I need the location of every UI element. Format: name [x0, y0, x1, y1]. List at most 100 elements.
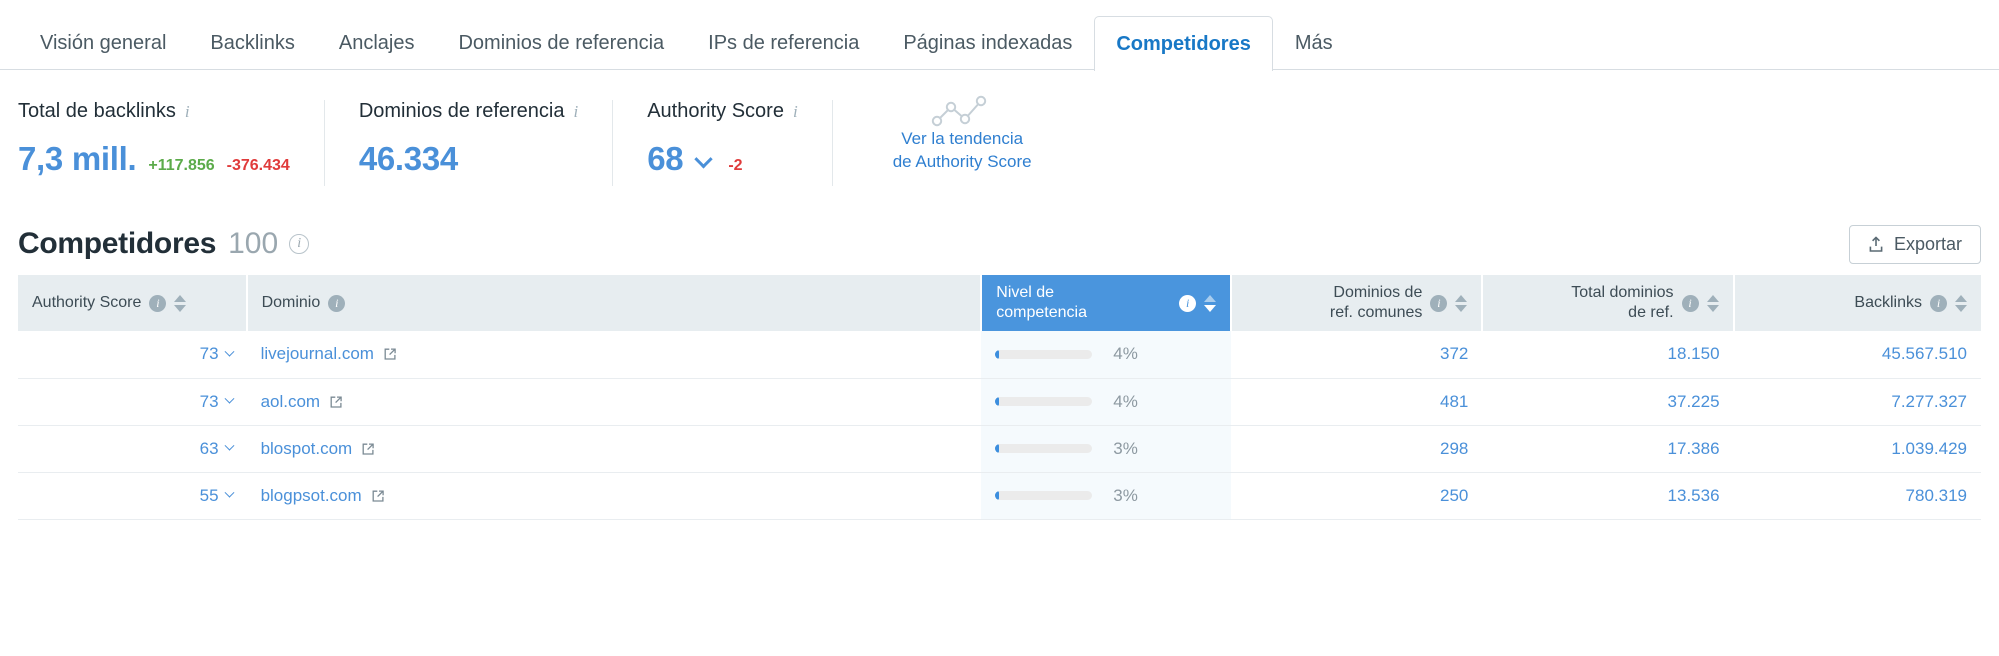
competition-progress-bar: [995, 397, 1093, 406]
info-icon[interactable]: i: [1179, 294, 1197, 312]
competition-group: 4%: [995, 392, 1217, 412]
tab-backlinks[interactable]: Backlinks: [188, 16, 316, 70]
domain-link[interactable]: aol.com: [261, 392, 321, 412]
info-icon[interactable]: i: [185, 102, 190, 122]
sort-toggle[interactable]: [174, 294, 187, 312]
sort-descending-icon[interactable]: [1455, 304, 1468, 312]
column-header-controls: i: [1179, 294, 1217, 312]
column-header-backlinks[interactable]: Backlinks i: [1733, 275, 1981, 331]
table-row[interactable]: 73 aol.com 4% 481 37.225 7.277.327: [18, 378, 1981, 426]
cell-competition-level: 4%: [981, 378, 1232, 426]
cell-authority-score: 55: [18, 472, 247, 520]
table-row[interactable]: 55 blogpsot.com 3% 250 13.536 780.319: [18, 472, 1981, 520]
table-header-row: Authority Score i Dominio i Nivel de competen…: [18, 275, 1981, 331]
table-row[interactable]: 63 blospot.com 3% 298 17.386 1.039.429: [18, 425, 1981, 473]
info-icon[interactable]: i: [328, 294, 346, 312]
info-icon[interactable]: i: [149, 294, 167, 312]
domain-link[interactable]: blospot.com: [261, 439, 353, 459]
sort-ascending-icon[interactable]: [174, 294, 187, 302]
export-button[interactable]: Exportar: [1848, 224, 1981, 264]
cell-common-ref-domains-value[interactable]: 372: [1440, 344, 1468, 363]
trend-link-line2: de Authority Score: [892, 151, 1032, 171]
cell-common-ref-domains: 298: [1231, 425, 1483, 473]
metric-label: Dominios de referencia i: [359, 100, 578, 123]
sort-ascending-icon[interactable]: [1204, 294, 1217, 302]
competition-percent: 3%: [1113, 438, 1138, 458]
competition-progress-fill: [995, 397, 1000, 406]
external-link-icon[interactable]: [383, 347, 397, 361]
competition-progress-bar: [995, 491, 1093, 500]
sort-descending-icon[interactable]: [1204, 304, 1217, 312]
export-button-label: Exportar: [1893, 233, 1962, 254]
metric-value: 68: [647, 140, 684, 177]
cell-competition-level: 4%: [981, 331, 1232, 379]
tab-anclajes[interactable]: Anclajes: [317, 16, 437, 70]
sort-toggle[interactable]: [1455, 294, 1468, 312]
sort-toggle[interactable]: [1955, 294, 1967, 312]
external-link-icon[interactable]: [371, 489, 385, 503]
sort-toggle[interactable]: [1204, 294, 1217, 312]
cell-common-ref-domains-value[interactable]: 298: [1440, 439, 1468, 458]
cell-authority-score: 73: [18, 378, 247, 426]
cell-common-ref-domains-value[interactable]: 481: [1440, 392, 1468, 411]
sort-descending-icon[interactable]: [1706, 304, 1719, 312]
cell-backlinks-value[interactable]: 7.277.327: [1891, 392, 1967, 411]
cell-backlinks-value[interactable]: 780.319: [1906, 486, 1967, 505]
cell-total-ref-domains-value[interactable]: 17.386: [1668, 439, 1720, 458]
column-header-authority-score[interactable]: Authority Score i: [18, 275, 248, 331]
cell-backlinks-value[interactable]: 1.039.429: [1891, 439, 1967, 458]
competition-group: 3%: [995, 486, 1217, 506]
column-header-inner: Dominios de ref. comunes i: [1246, 283, 1468, 323]
tab-p-ginas-indexadas[interactable]: Páginas indexadas: [881, 16, 1094, 70]
metric-value-row: 46.334: [359, 140, 578, 178]
info-icon[interactable]: i: [289, 234, 310, 254]
cell-total-ref-domains: 17.386: [1482, 425, 1734, 473]
tab-m-s[interactable]: Más: [1273, 16, 1355, 70]
column-header-nivel-de-competencia[interactable]: Nivel de competencia i: [981, 275, 1233, 331]
sort-ascending-icon[interactable]: [1706, 294, 1719, 302]
sort-descending-icon[interactable]: [1955, 304, 1967, 312]
external-link-icon[interactable]: [329, 395, 343, 409]
info-icon[interactable]: i: [1930, 294, 1947, 312]
info-icon[interactable]: i: [573, 102, 578, 122]
column-header-dominios-de-ref-comunes[interactable]: Dominios de ref. comunes i: [1231, 275, 1484, 331]
tab-ips-de-referencia[interactable]: IPs de referencia: [686, 16, 881, 70]
tab-competidores[interactable]: Competidores: [1094, 16, 1273, 71]
info-icon[interactable]: i: [793, 102, 798, 122]
chevron-down-icon[interactable]: [224, 487, 235, 498]
cell-total-ref-domains: 37.225: [1482, 378, 1734, 426]
sort-descending-icon[interactable]: [174, 304, 187, 312]
domain-link[interactable]: livejournal.com: [261, 344, 374, 364]
chevron-down-icon[interactable]: [694, 150, 714, 169]
cell-total-ref-domains-value[interactable]: 37.225: [1668, 392, 1720, 411]
cell-total-ref-domains-value[interactable]: 18.150: [1668, 344, 1720, 363]
competition-group: 3%: [995, 439, 1217, 459]
sort-ascending-icon[interactable]: [1455, 294, 1468, 302]
cell-backlinks: 1.039.429: [1733, 425, 1981, 473]
chevron-down-icon[interactable]: [224, 393, 235, 404]
chevron-down-icon[interactable]: [224, 440, 235, 451]
column-header-inner: Dominio i: [262, 293, 967, 313]
domain-link[interactable]: blogpsot.com: [261, 486, 362, 506]
column-header-dominio[interactable]: Dominio i: [246, 275, 983, 331]
cell-common-ref-domains-value[interactable]: 250: [1440, 486, 1468, 505]
table-row[interactable]: 73 livejournal.com 4% 372 18.150 45.567.510: [18, 331, 1981, 379]
competition-progress-bar: [995, 444, 1093, 453]
tab-dominios-de-referencia[interactable]: Dominios de referencia: [436, 16, 686, 70]
info-icon[interactable]: i: [1681, 294, 1699, 312]
sort-toggle[interactable]: [1706, 294, 1719, 312]
cell-backlinks-value[interactable]: 45.567.510: [1882, 344, 1967, 363]
competitors-table-wrapper: Authority Score i Dominio i Nivel de competen…: [0, 275, 1999, 520]
sort-ascending-icon[interactable]: [1955, 294, 1967, 302]
authority-score-trend-link[interactable]: Ver la tendencia de Authority Score: [867, 94, 1032, 174]
competitors-table: Authority Score i Dominio i Nivel de competen…: [18, 275, 1981, 520]
cell-total-ref-domains-value[interactable]: 13.536: [1668, 486, 1720, 505]
info-icon[interactable]: i: [1430, 294, 1448, 312]
tab-visi-n-general[interactable]: Visión general: [18, 16, 188, 70]
metric-label-text: Dominios de referencia: [358, 100, 565, 122]
authority-score-value-group: 73: [32, 391, 235, 412]
column-header-total-dominios-de-ref[interactable]: Total dominios de ref. i: [1482, 275, 1735, 331]
authority-score-value: 73: [199, 391, 219, 411]
chevron-down-icon[interactable]: [224, 346, 235, 357]
external-link-icon[interactable]: [361, 442, 375, 456]
